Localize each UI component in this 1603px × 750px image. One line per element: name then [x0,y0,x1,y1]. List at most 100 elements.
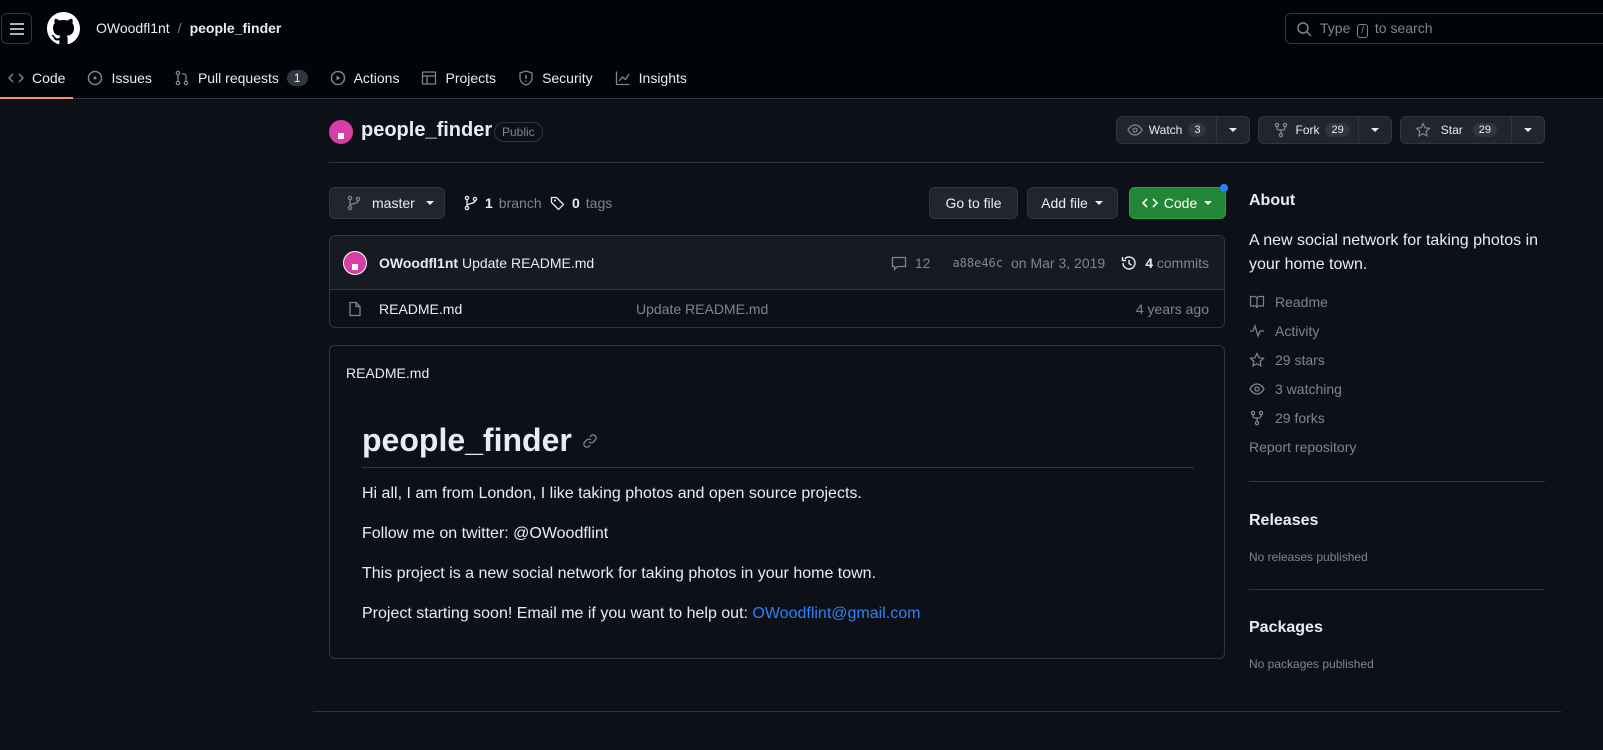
file-list: OWoodfl1nt Update README.md 12 a88e46c o… [329,235,1225,328]
github-logo-icon[interactable] [47,12,80,45]
tag-icon [550,196,565,211]
about-description: A new social network for taking photos i… [1249,232,1539,273]
owner-avatar[interactable] [329,120,353,144]
caret-down-icon [1524,128,1532,132]
star-button[interactable]: Star 29 [1401,117,1512,143]
fork-button-group: Fork 29 [1258,116,1392,144]
search-placeholder: Type / to search [1320,19,1433,38]
caret-down-icon [1370,128,1379,132]
star-button-group: Star 29 [1399,116,1545,144]
pull-request-count: 1 [286,70,308,86]
file-age: 4 years ago [1135,301,1209,317]
pulse-icon [1250,324,1264,338]
fork-count: 29 [1325,123,1350,137]
fork-icon [1250,410,1264,426]
readme-paragraph: Hi all, I am from London, I like taking … [362,485,862,502]
pull-request-icon [175,70,189,86]
watch-count: 3 [1188,123,1207,137]
sidebar-link-stars[interactable]: 29 stars [1249,352,1325,368]
sidebar-link-forks[interactable]: 29 forks [1249,410,1325,426]
book-icon [1249,295,1265,309]
commits-link[interactable]: 4 commits [1145,255,1209,271]
email-link[interactable]: OWoodflint@gmail.com [752,605,920,622]
repo-title[interactable]: people_finder [361,119,492,142]
tab-code[interactable]: Code [0,58,74,99]
repo-header: people_finder Public Watch 3 Fork 29 Sta… [329,116,1545,163]
fork-dropdown-button[interactable] [1359,117,1391,143]
branches-link[interactable]: 1 branch [463,195,542,211]
releases-empty-text: No releases published [1249,550,1368,564]
owner-link[interactable]: OWoodfl1nt [96,20,170,36]
star-icon [1414,122,1431,138]
tab-insights[interactable]: Insights [607,58,695,98]
history-icon [1121,256,1136,270]
git-branch-icon [464,195,478,211]
go-to-file-button[interactable]: Go to file [929,187,1018,219]
star-icon [1249,352,1265,368]
caret-down-icon [1229,128,1238,132]
branch-selector[interactable]: master [329,187,445,219]
tab-actions[interactable]: Actions [322,58,408,98]
tags-link[interactable]: 0 tags [550,195,612,211]
search-input[interactable]: Type / to search [1285,13,1603,44]
tab-projects[interactable]: Projects [413,58,504,98]
code-icon [8,73,24,83]
hamburger-menu-button[interactable] [1,13,32,44]
file-icon [349,301,361,317]
file-row[interactable]: README.md Update README.md 4 years ago [330,290,1224,327]
caret-down-icon [1094,201,1103,205]
tab-pull-requests[interactable]: Pull requests 1 [166,58,316,98]
readme-panel: README.md people_finder Hi all, I am fro… [329,345,1225,659]
shield-icon [519,70,533,86]
footer-divider [313,711,1561,712]
file-navigation: master 1 branch 0 tags Go to file Add file… [329,184,1228,219]
commit-author[interactable]: OWoodfl1nt [379,255,458,271]
file-name[interactable]: README.md [379,301,462,317]
commit-sha[interactable]: a88e46c [952,256,1003,270]
hamburger-icon [9,22,24,35]
eye-icon [1127,124,1143,136]
star-count: 29 [1472,123,1497,137]
comment-icon [891,256,907,271]
sidebar-link-activity[interactable]: Activity [1249,323,1319,339]
repo-link[interactable]: people_finder [190,20,282,36]
about-heading: About [1249,192,1296,209]
commit-message[interactable]: Update README.md [462,255,594,271]
add-file-button[interactable]: Add file [1027,187,1118,219]
report-repository-link[interactable]: Report repository [1249,439,1356,455]
play-icon [330,70,345,86]
visibility-badge: Public [494,122,543,142]
search-icon [1297,21,1312,37]
eye-icon [1249,383,1265,395]
tab-issues[interactable]: Issues [79,58,159,98]
packages-heading[interactable]: Packages [1249,619,1323,637]
git-branch-icon [347,195,361,211]
sidebar-link-watching[interactable]: 3 watching [1249,381,1342,397]
latest-commit: OWoodfl1nt Update README.md 12 a88e46c o… [330,236,1224,290]
graph-icon [615,71,630,86]
commit-author-avatar[interactable] [343,251,367,275]
readme-paragraph: Follow me on twitter: @OWoodflint [362,525,609,542]
divider [1249,589,1545,590]
code-button[interactable]: Code [1129,184,1228,219]
table-icon [422,71,437,85]
watch-button-group: Watch 3 [1115,116,1251,144]
releases-heading[interactable]: Releases [1249,512,1318,530]
fork-button[interactable]: Fork 29 [1259,117,1359,143]
watch-button[interactable]: Watch 3 [1117,117,1218,143]
sidebar-link-readme[interactable]: Readme [1249,294,1328,310]
branch-name: master [372,195,415,211]
commit-date: on Mar 3, 2019 [1011,255,1106,271]
comment-count[interactable]: 12 [915,255,931,271]
fork-icon [1275,122,1288,138]
breadcrumb: OWoodfl1nt / people_finder [96,20,281,36]
breadcrumb-separator: / [177,20,182,36]
readme-file-title[interactable]: README.md [346,365,429,381]
divider [1249,481,1545,482]
file-commit-message[interactable]: Update README.md [636,301,768,317]
star-dropdown-button[interactable] [1512,117,1544,143]
watch-dropdown-button[interactable] [1217,117,1249,143]
tab-security[interactable]: Security [510,58,601,98]
link-icon[interactable] [582,433,598,449]
readme-heading: people_finder [362,422,1194,468]
